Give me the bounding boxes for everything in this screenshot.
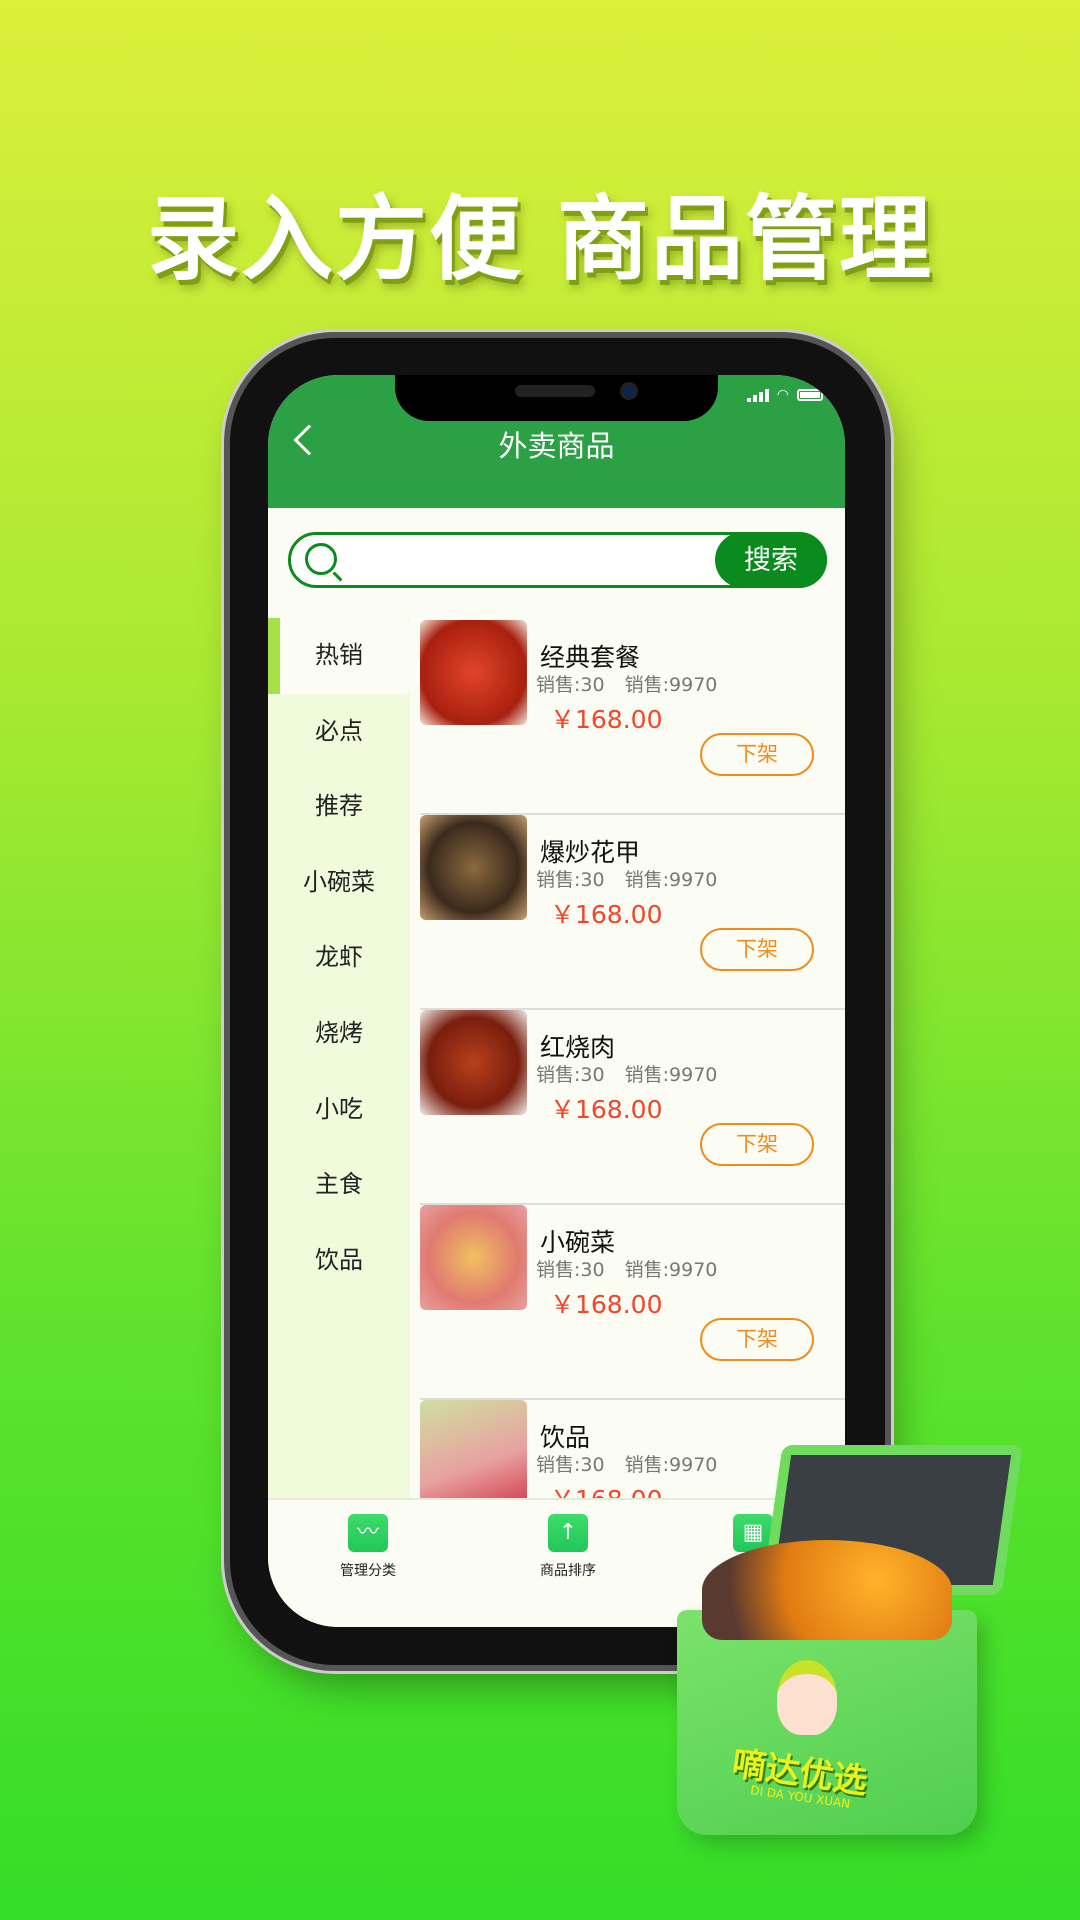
sales-total: 销售:9970 [624, 1259, 718, 1281]
take-offline-button[interactable]: 下架 [700, 1123, 814, 1166]
battery-icon [797, 389, 823, 401]
product-name: 小碗菜 [540, 1228, 616, 1257]
sidebar-item[interactable]: 烧烤 [268, 996, 410, 1072]
tab-label: 管理分类 [340, 1563, 396, 1579]
sidebar-item[interactable]: 饮品 [268, 1223, 410, 1299]
sales-count: 销售:30 [536, 869, 605, 891]
sales-count: 销售:30 [536, 1259, 605, 1281]
sort-up-icon: ↑ [548, 1514, 588, 1552]
sales-total: 销售:9970 [624, 869, 718, 891]
product-name: 饮品 [540, 1423, 591, 1452]
category-sidebar: 热销 必点 推荐 小碗菜 龙虾 烧烤 小吃 主食 饮品 [268, 618, 410, 1498]
product-image [420, 815, 527, 920]
search-button[interactable]: 搜索 [715, 532, 827, 588]
sales-total: 销售:9970 [624, 1064, 718, 1086]
take-offline-button[interactable]: 下架 [700, 733, 814, 776]
product-image [420, 620, 527, 725]
tab-manage-categories[interactable]: 〰 管理分类 [313, 1514, 423, 1580]
product-price: ￥168.00 [550, 1095, 663, 1124]
page-title: 外卖商品 [498, 429, 615, 463]
search-icon [305, 543, 337, 575]
product-sales: 销售:30 销售:9970 [536, 1060, 717, 1087]
product-sales: 销售:30 销售:9970 [536, 865, 717, 892]
sales-total: 销售:9970 [624, 674, 718, 696]
product-name: 红烧肉 [540, 1033, 616, 1062]
take-offline-button[interactable]: 下架 [700, 1318, 814, 1361]
mascot-icon [777, 1660, 837, 1735]
tab-label: 商品排序 [540, 1563, 596, 1579]
sidebar-item[interactable]: 小碗菜 [268, 845, 410, 921]
product-price: ￥168.00 [550, 1480, 662, 1498]
product-image [420, 1400, 527, 1498]
tab-product-sort[interactable]: ↑ 商品排序 [513, 1514, 623, 1580]
promo-headline: 录入方便 商品管理 [146, 186, 934, 293]
food-icon [702, 1540, 952, 1640]
product-sales: 销售:30 销售:9970 [536, 670, 717, 697]
product-image [420, 1205, 527, 1310]
sidebar-item[interactable]: 龙虾 [268, 920, 410, 996]
sidebar-item[interactable]: 推荐 [268, 769, 410, 845]
sidebar-item[interactable]: 小吃 [268, 1072, 410, 1148]
product-name: 经典套餐 [540, 643, 641, 672]
app-screen: 外卖商品 ◠ 搜索 热销 必点 推荐 小碗菜 龙虾 烧烤 小吃 主食 饮品 经典… [268, 375, 845, 1627]
product-sales: 销售:30 销售:9970 [536, 1255, 717, 1282]
store-icon: 〰 [348, 1514, 388, 1552]
product-row: 经典套餐 销售:30 销售:9970 ￥168.00 下架 [420, 620, 845, 815]
product-price: ￥168.00 [550, 705, 663, 734]
product-image [420, 1010, 527, 1115]
notch [395, 375, 718, 421]
status-bar: ◠ [746, 387, 823, 403]
sidebar-item[interactable]: 主食 [268, 1147, 410, 1223]
sales-count: 销售:30 [536, 1454, 605, 1476]
product-list: 经典套餐 销售:30 销售:9970 ￥168.00 下架 爆炒花甲 销售:30… [420, 620, 845, 1498]
search-bar[interactable]: 搜索 [288, 532, 827, 588]
sidebar-item[interactable]: 必点 [268, 694, 410, 770]
wifi-icon: ◠ [776, 387, 789, 403]
product-name: 爆炒花甲 [540, 838, 641, 867]
product-row: 爆炒花甲 销售:30 销售:9970 ￥168.00 下架 [420, 815, 845, 1010]
product-row: 红烧肉 销售:30 销售:9970 ￥168.00 下架 [420, 1010, 845, 1205]
delivery-box-illustration: 嘀达优选 DI DA YOU XUAN [672, 1445, 1042, 1835]
product-price: ￥168.00 [550, 1290, 663, 1319]
sales-count: 销售:30 [536, 1064, 605, 1086]
product-row: 小碗菜 销售:30 销售:9970 ￥168.00 下架 [420, 1205, 845, 1400]
signal-icon [746, 388, 769, 402]
take-offline-button[interactable]: 下架 [700, 928, 814, 971]
sales-count: 销售:30 [536, 674, 605, 696]
sidebar-item[interactable]: 热销 [268, 618, 410, 694]
product-price: ￥168.00 [550, 900, 663, 929]
